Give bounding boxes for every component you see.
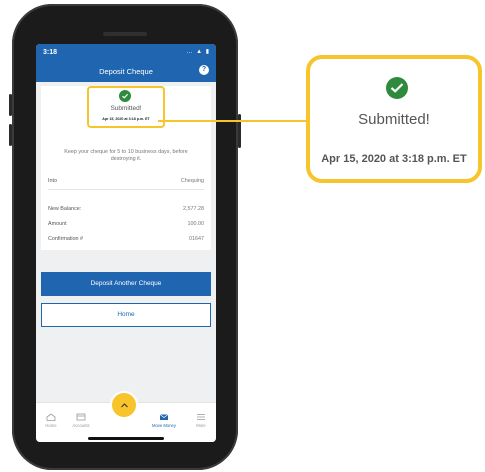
chevron-up-icon [121, 403, 128, 408]
app-header: 3:18 … ▲ ▮ Deposit Cheque ? [36, 44, 216, 82]
callout-connector [158, 120, 308, 122]
home-button[interactable]: Home [41, 303, 211, 327]
page-title: Deposit Cheque [99, 67, 153, 76]
instruction-text: Keep your cheque for 5 to 10 business da… [64, 149, 188, 162]
phone-side-button [9, 94, 12, 116]
home-indicator [88, 437, 164, 440]
callout-submitted-status: Submitted! [358, 111, 430, 128]
help-icon[interactable]: ? [199, 65, 209, 75]
nav-label: Move Money [152, 423, 176, 428]
status-icons: … ▲ ▮ [186, 49, 210, 55]
more-icon [197, 414, 205, 420]
nav-label: Accounts [72, 423, 90, 428]
nav-label: Home [45, 423, 57, 428]
nav-item-accounts[interactable]: Accounts [66, 413, 96, 428]
checkmark-icon [386, 77, 408, 99]
home-icon [46, 413, 56, 421]
nav-item-home[interactable]: Home [36, 413, 66, 428]
receipt-card: Submitted! Apr 15, 2020 at 3:18 p.m. ET … [41, 86, 211, 250]
deposit-another-cheque-button[interactable]: Deposit Another Cheque [41, 272, 211, 296]
detail-value: 01647 [189, 236, 204, 242]
detail-label: Confirmation # [48, 236, 84, 242]
quick-action-button[interactable] [110, 391, 138, 419]
checkmark-icon [119, 90, 131, 102]
detail-value: 2,577.28 [183, 206, 204, 212]
move-money-icon [159, 414, 169, 420]
detail-label: Amount [48, 221, 67, 227]
detail-row-new-balance: New Balance: 2,577.28 [48, 206, 204, 212]
nav-item-move-money[interactable]: Move Money [144, 413, 184, 428]
detail-value: Chequing [180, 178, 204, 184]
phone-speaker [103, 32, 147, 36]
phone-side-button [9, 124, 12, 146]
nav-item-more[interactable]: More [186, 413, 216, 428]
zoom-callout: Submitted! Apr 15, 2020 at 3:18 p.m. ET [306, 55, 482, 183]
bottom-nav: Home Accounts Move Money More [36, 391, 216, 442]
nav-label: More [196, 423, 206, 428]
detail-row-confirmation: Confirmation # 01647 [48, 236, 204, 242]
detail-value: 100.00 [187, 221, 205, 227]
detail-label: New Balance: [48, 206, 82, 212]
divider [48, 189, 204, 190]
detail-row-into: Into Chequing [48, 178, 204, 184]
callout-timestamp: Apr 15, 2020 at 3:18 p.m. ET [321, 153, 467, 165]
phone-screen: 3:18 … ▲ ▮ Deposit Cheque ? Submitted! A… [36, 44, 216, 442]
status-time: 3:18 [43, 49, 58, 56]
submitted-status: Submitted! [110, 105, 142, 112]
detail-row-amount: Amount 100.00 [48, 221, 204, 227]
accounts-icon [76, 413, 86, 421]
detail-label: Into [48, 178, 57, 184]
